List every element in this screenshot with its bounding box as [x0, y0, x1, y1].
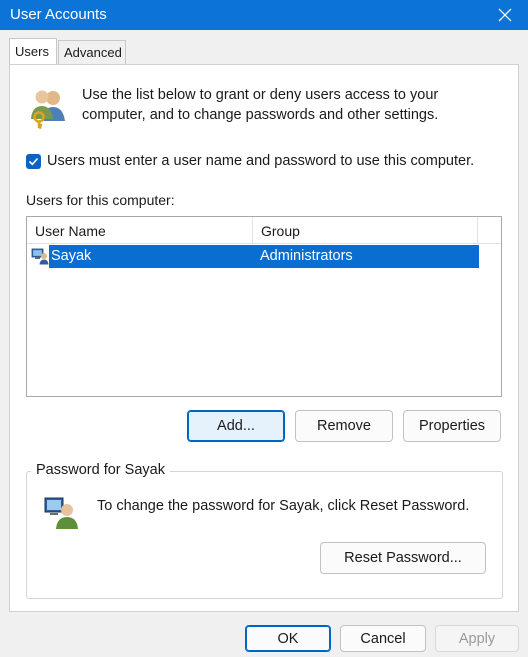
close-button[interactable]: [482, 0, 528, 30]
column-header-group[interactable]: Group: [253, 217, 478, 244]
users-tab-panel: Use the list below to grant or deny user…: [9, 64, 519, 612]
users-list-label: Users for this computer:: [26, 192, 175, 208]
password-groupbox: Password for Sayak To change the passwor…: [26, 462, 503, 599]
apply-button: Apply: [435, 625, 519, 652]
users-key-icon: [31, 90, 65, 129]
column-header-user-name[interactable]: User Name: [27, 217, 253, 244]
tab-users[interactable]: Users: [9, 38, 57, 64]
group-cell: Administrators: [260, 248, 353, 264]
listview-header: User Name Group: [27, 217, 501, 244]
user-password-icon: [44, 497, 78, 529]
add-user-button[interactable]: Add...: [187, 410, 285, 442]
require-login-label: Users must enter a user name and passwor…: [47, 153, 475, 169]
remove-user-button[interactable]: Remove: [295, 410, 393, 442]
password-group-legend: Password for Sayak: [31, 462, 170, 478]
row-selection: Sayak Administrators: [49, 245, 479, 268]
reset-password-button[interactable]: Reset Password...: [320, 542, 486, 574]
tab-advanced[interactable]: Advanced: [58, 40, 126, 65]
require-login-checkbox[interactable]: [26, 153, 41, 169]
password-help-text: To change the password for Sayak, click …: [97, 498, 470, 514]
table-row[interactable]: Sayak Administrators: [27, 245, 479, 268]
user-computer-icon: [31, 248, 49, 265]
checkmark-icon: [28, 157, 39, 165]
intro-text: Use the list below to grant or deny user…: [82, 87, 439, 123]
cancel-button[interactable]: Cancel: [340, 625, 426, 652]
close-icon: [498, 8, 512, 22]
title-bar: User Accounts: [0, 0, 528, 30]
user-name-cell: Sayak: [51, 248, 92, 264]
window-title: User Accounts: [10, 6, 107, 23]
properties-button[interactable]: Properties: [403, 410, 501, 442]
ok-button[interactable]: OK: [245, 625, 331, 652]
users-listview[interactable]: User Name Group Sayak Administrators: [26, 216, 502, 397]
require-login-row[interactable]: Users must enter a user name and passwor…: [26, 153, 474, 169]
